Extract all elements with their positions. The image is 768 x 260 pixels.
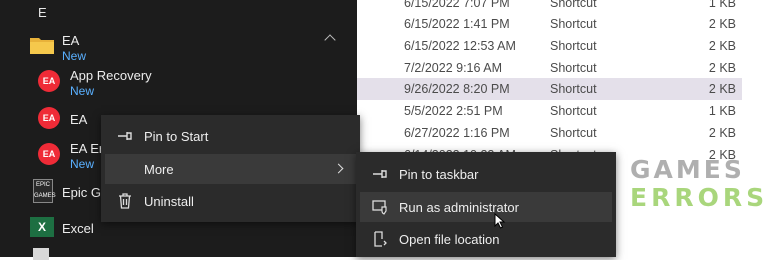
pin-icon bbox=[373, 170, 387, 178]
app-label: EA bbox=[70, 112, 88, 127]
file-type: Shortcut bbox=[550, 126, 597, 140]
trash-icon bbox=[119, 193, 131, 209]
file-row[interactable]: 5/5/2022 2:51 PM Shortcut 1 KB bbox=[357, 100, 742, 122]
file-type: Shortcut bbox=[550, 61, 597, 75]
file-date: 6/27/2022 1:16 PM bbox=[404, 126, 510, 140]
watermark-line-2: ERRORS bbox=[630, 183, 768, 212]
ea-icon: EA bbox=[38, 107, 60, 129]
games-errors-watermark: GAMES ERRORS bbox=[630, 157, 765, 213]
file-date: 9/26/2022 8:20 PM bbox=[404, 82, 510, 96]
more-item[interactable]: More bbox=[105, 154, 356, 184]
file-size: 2 KB bbox=[708, 126, 736, 140]
admin-shield-icon bbox=[372, 200, 387, 215]
file-row[interactable]: 6/15/2022 1:41 PM Shortcut 2 KB bbox=[357, 13, 742, 35]
file-row[interactable]: 6/15/2022 7:07 PM Shortcut 1 KB bbox=[357, 0, 742, 14]
new-badge: New bbox=[62, 49, 87, 63]
menu-item-label: Open file location bbox=[399, 232, 500, 247]
epic-games-icon: EPIC GAMES bbox=[33, 179, 56, 203]
open-file-location-item[interactable]: Open file location bbox=[360, 224, 612, 254]
file-date: 5/5/2022 2:51 PM bbox=[404, 104, 503, 118]
file-row-selected[interactable]: 9/26/2022 8:20 PM Shortcut 2 KB bbox=[357, 78, 742, 100]
file-size: 1 KB bbox=[708, 0, 736, 10]
watermark-line-1: GAMES bbox=[630, 155, 745, 184]
file-type: Shortcut bbox=[550, 39, 597, 53]
file-size: 2 KB bbox=[708, 39, 736, 53]
file-type: Shortcut bbox=[550, 104, 597, 118]
file-type: Shortcut bbox=[550, 82, 597, 96]
app-label: App Recovery bbox=[70, 68, 152, 83]
alphabet-header-e[interactable]: E bbox=[38, 5, 47, 20]
file-row[interactable]: 7/2/2022 9:16 AM Shortcut 2 KB bbox=[357, 57, 742, 79]
file-size: 2 KB bbox=[708, 82, 736, 96]
new-badge: New bbox=[70, 157, 95, 171]
start-app-app-recovery[interactable]: EA App Recovery New bbox=[0, 65, 357, 99]
file-size: 1 KB bbox=[708, 104, 736, 118]
mouse-cursor-icon bbox=[494, 213, 506, 229]
app-label: Excel bbox=[62, 221, 94, 236]
folder-label: EA bbox=[62, 33, 80, 48]
file-date: 6/15/2022 12:53 AM bbox=[404, 39, 516, 53]
pin-icon bbox=[118, 132, 132, 140]
file-row[interactable]: 6/15/2022 12:53 AM Shortcut 2 KB bbox=[357, 35, 742, 57]
document-icon bbox=[33, 248, 49, 260]
file-size: 2 KB bbox=[708, 61, 736, 75]
excel-icon: X bbox=[30, 217, 54, 237]
menu-item-label: Uninstall bbox=[144, 194, 194, 209]
ea-icon: EA bbox=[38, 143, 60, 165]
file-date: 6/15/2022 1:41 PM bbox=[404, 17, 510, 31]
run-as-administrator-item[interactable]: Run as administrator bbox=[360, 192, 612, 222]
new-badge: New bbox=[70, 84, 95, 98]
file-date: 7/2/2022 9:16 AM bbox=[404, 61, 502, 75]
menu-item-label: Pin to Start bbox=[144, 129, 209, 144]
menu-item-label: More bbox=[144, 162, 174, 177]
file-type: Shortcut bbox=[550, 0, 597, 10]
folder-icon bbox=[30, 38, 54, 54]
uninstall-item[interactable]: Uninstall bbox=[105, 186, 356, 216]
file-date: 6/15/2022 7:07 PM bbox=[404, 0, 510, 10]
file-size: 2 KB bbox=[708, 17, 736, 31]
ea-icon: EA bbox=[38, 70, 60, 92]
more-submenu: Pin to taskbar Run as administrator Open… bbox=[356, 152, 616, 257]
context-menu: Pin to Start More Uninstall bbox=[101, 115, 360, 222]
pin-to-taskbar-item[interactable]: Pin to taskbar bbox=[360, 159, 612, 189]
folder-location-icon bbox=[374, 231, 387, 247]
file-type: Shortcut bbox=[550, 17, 597, 31]
file-row[interactable]: 6/27/2022 1:16 PM Shortcut 2 KB bbox=[357, 122, 742, 144]
start-folder-ea[interactable]: EA New bbox=[0, 30, 357, 64]
pin-to-start-item[interactable]: Pin to Start bbox=[105, 121, 356, 151]
menu-item-label: Pin to taskbar bbox=[399, 167, 479, 182]
chevron-up-icon[interactable] bbox=[324, 34, 336, 46]
chevron-right-icon bbox=[333, 163, 344, 174]
